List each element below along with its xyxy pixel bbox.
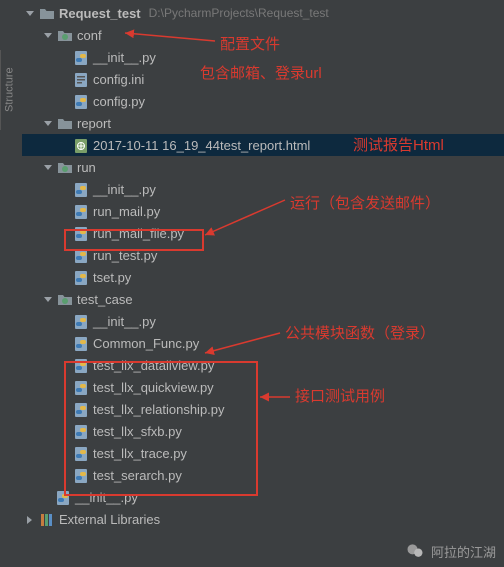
sidebar-tab-structure[interactable]: Structure	[0, 50, 18, 130]
python-file-icon	[72, 445, 88, 461]
chevron-down-icon[interactable]	[40, 292, 54, 306]
tree-node-report[interactable]: report	[22, 112, 504, 134]
tree-node-file[interactable]: run_test.py	[22, 244, 504, 266]
python-file-icon	[72, 225, 88, 241]
python-file-icon	[72, 181, 88, 197]
node-label: 2017-10-11 16_19_44test_report.html	[93, 138, 310, 153]
python-file-icon	[72, 247, 88, 263]
python-file-icon	[72, 401, 88, 417]
chevron-right-icon[interactable]	[22, 512, 36, 526]
package-icon	[56, 159, 72, 175]
node-label: __init__.py	[93, 182, 156, 197]
tree-node-file[interactable]: run_mail.py	[22, 200, 504, 222]
ini-file-icon	[72, 71, 88, 87]
html-file-icon	[72, 137, 88, 153]
node-label: test_case	[77, 292, 133, 307]
tree-node-file[interactable]: test_llx_relationship.py	[22, 398, 504, 420]
node-label: test_llx_trace.py	[93, 446, 187, 461]
python-file-icon	[72, 313, 88, 329]
tree-node-file[interactable]: config.py	[22, 90, 504, 112]
chevron-down-icon[interactable]	[40, 28, 54, 42]
python-file-icon	[72, 467, 88, 483]
tree-node-file[interactable]: __init__.py	[22, 310, 504, 332]
node-label: test_llx_sfxb.py	[93, 424, 182, 439]
node-label: tset.py	[93, 270, 131, 285]
tree-node-file[interactable]: test_llx_trace.py	[22, 442, 504, 464]
node-label: run_mail.py	[93, 204, 160, 219]
python-file-icon	[72, 335, 88, 351]
watermark-text: 阿拉的江湖	[431, 542, 496, 561]
tree-node-file[interactable]: test_llx_sfxb.py	[22, 420, 504, 442]
node-label: Request_test	[59, 6, 141, 21]
python-file-icon	[72, 357, 88, 373]
node-label: run	[77, 160, 96, 175]
tree-node-extlibs[interactable]: External Libraries	[22, 508, 504, 530]
python-file-icon	[72, 269, 88, 285]
tree-node-file[interactable]: __init__.py	[22, 178, 504, 200]
folder-icon	[56, 115, 72, 131]
node-label: __init__.py	[93, 314, 156, 329]
chevron-down-icon[interactable]	[22, 6, 36, 20]
node-label: run_mail_file.py	[93, 226, 184, 241]
package-icon	[56, 27, 72, 43]
python-file-icon	[72, 93, 88, 109]
tree-node-file[interactable]: __init__.py	[22, 486, 504, 508]
node-label: config.ini	[93, 72, 144, 87]
tree-node-conf[interactable]: conf	[22, 24, 504, 46]
tree-node-file[interactable]: tset.py	[22, 266, 504, 288]
tree-node-file[interactable]: test_llx_quickview.py	[22, 376, 504, 398]
node-label: test_serarch.py	[93, 468, 182, 483]
tree-node-file[interactable]: config.ini	[22, 68, 504, 90]
node-label: __init__.py	[93, 50, 156, 65]
node-label: test_llx_relationship.py	[93, 402, 225, 417]
package-icon	[56, 291, 72, 307]
tree-node-file[interactable]: test_llx_datailview.py	[22, 354, 504, 376]
project-path: D:\PycharmProjects\Request_test	[149, 6, 329, 20]
node-label: test_llx_quickview.py	[93, 380, 214, 395]
tree-node-file[interactable]: __init__.py	[22, 46, 504, 68]
wechat-icon	[405, 541, 425, 561]
tree-node-file-selected[interactable]: 2017-10-11 16_19_44test_report.html	[22, 134, 504, 156]
python-file-icon	[72, 49, 88, 65]
node-label: config.py	[93, 94, 145, 109]
node-label: External Libraries	[59, 512, 160, 527]
node-label: conf	[77, 28, 102, 43]
python-file-icon	[72, 203, 88, 219]
node-label: report	[77, 116, 111, 131]
tree-node-file[interactable]: test_serarch.py	[22, 464, 504, 486]
tree-node-file[interactable]: Common_Func.py	[22, 332, 504, 354]
tree-node-testcase[interactable]: test_case	[22, 288, 504, 310]
node-label: Common_Func.py	[93, 336, 199, 351]
folder-icon	[38, 5, 54, 21]
node-label: __init__.py	[75, 490, 138, 505]
tree-node-file[interactable]: run_mail_file.py	[22, 222, 504, 244]
libraries-icon	[38, 511, 54, 527]
tree-node-root[interactable]: Request_test D:\PycharmProjects\Request_…	[22, 2, 504, 24]
node-label: run_test.py	[93, 248, 157, 263]
node-label: test_llx_datailview.py	[93, 358, 214, 373]
project-tree[interactable]: Request_test D:\PycharmProjects\Request_…	[18, 0, 504, 532]
python-file-icon	[54, 489, 70, 505]
python-file-icon	[72, 379, 88, 395]
python-file-icon	[72, 423, 88, 439]
tree-node-run[interactable]: run	[22, 156, 504, 178]
watermark: 阿拉的江湖	[405, 541, 496, 561]
chevron-down-icon[interactable]	[40, 116, 54, 130]
chevron-down-icon[interactable]	[40, 160, 54, 174]
